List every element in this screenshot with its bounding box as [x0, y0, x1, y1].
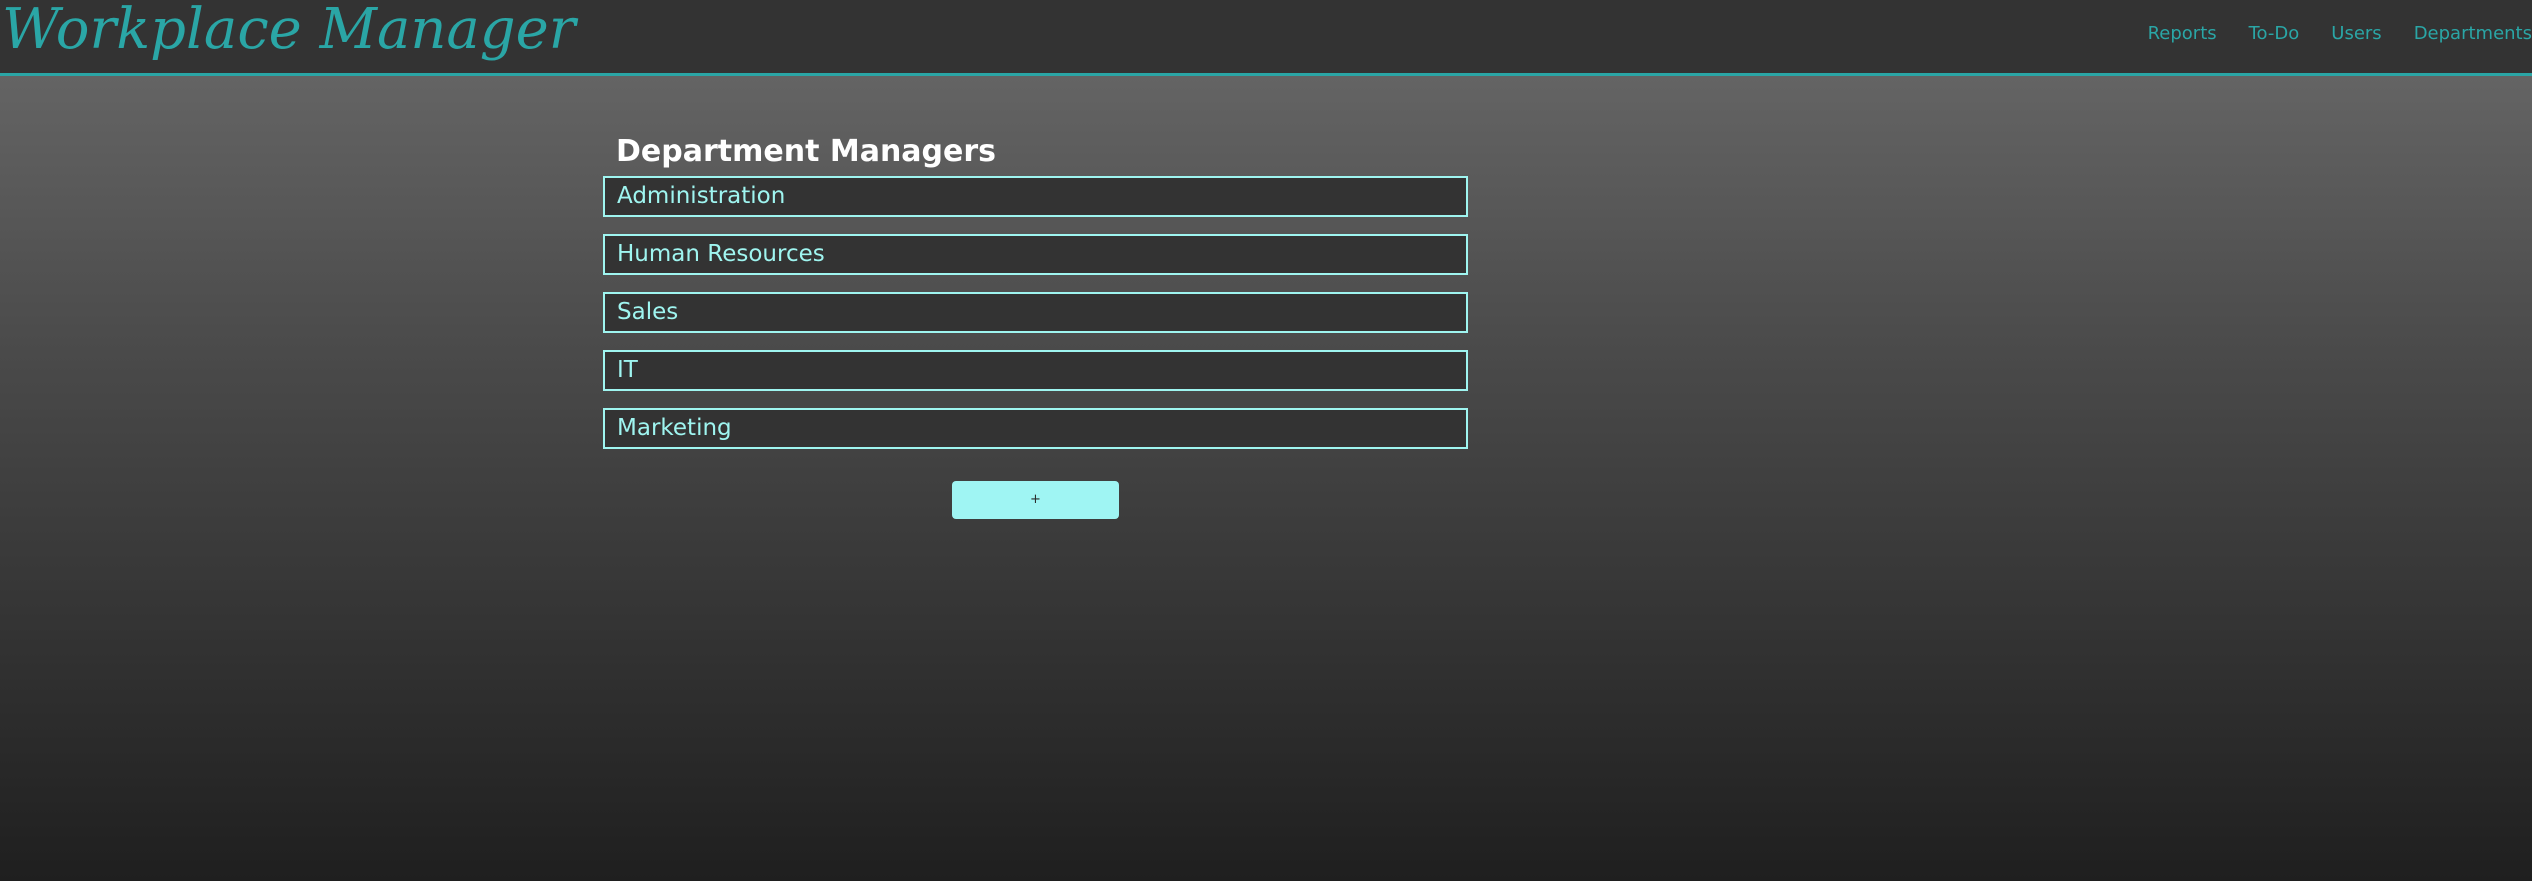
page-title: Department Managers	[616, 134, 997, 169]
add-department-button[interactable]: +	[952, 481, 1119, 519]
department-list: Administration Human Resources Sales IT …	[603, 176, 1468, 449]
top-navigation-bar: Workplace Manager Reports To-Do Users De…	[0, 0, 2532, 76]
department-item-sales[interactable]: Sales	[603, 292, 1468, 333]
nav-link-reports[interactable]: Reports	[2132, 22, 2233, 46]
app-title: Workplace Manager	[2, 0, 576, 62]
department-item-it[interactable]: IT	[603, 350, 1468, 391]
department-managers-panel: Department Managers Administration Human…	[603, 132, 1468, 466]
nav-link-todo[interactable]: To-Do	[2233, 22, 2316, 46]
department-item-marketing[interactable]: Marketing	[603, 408, 1468, 449]
department-item-human-resources[interactable]: Human Resources	[603, 234, 1468, 275]
nav-link-departments[interactable]: Departments	[2398, 22, 2532, 46]
nav-link-users[interactable]: Users	[2315, 22, 2397, 46]
main-nav: Reports To-Do Users Departments	[2132, 22, 2532, 46]
department-item-administration[interactable]: Administration	[603, 176, 1468, 217]
